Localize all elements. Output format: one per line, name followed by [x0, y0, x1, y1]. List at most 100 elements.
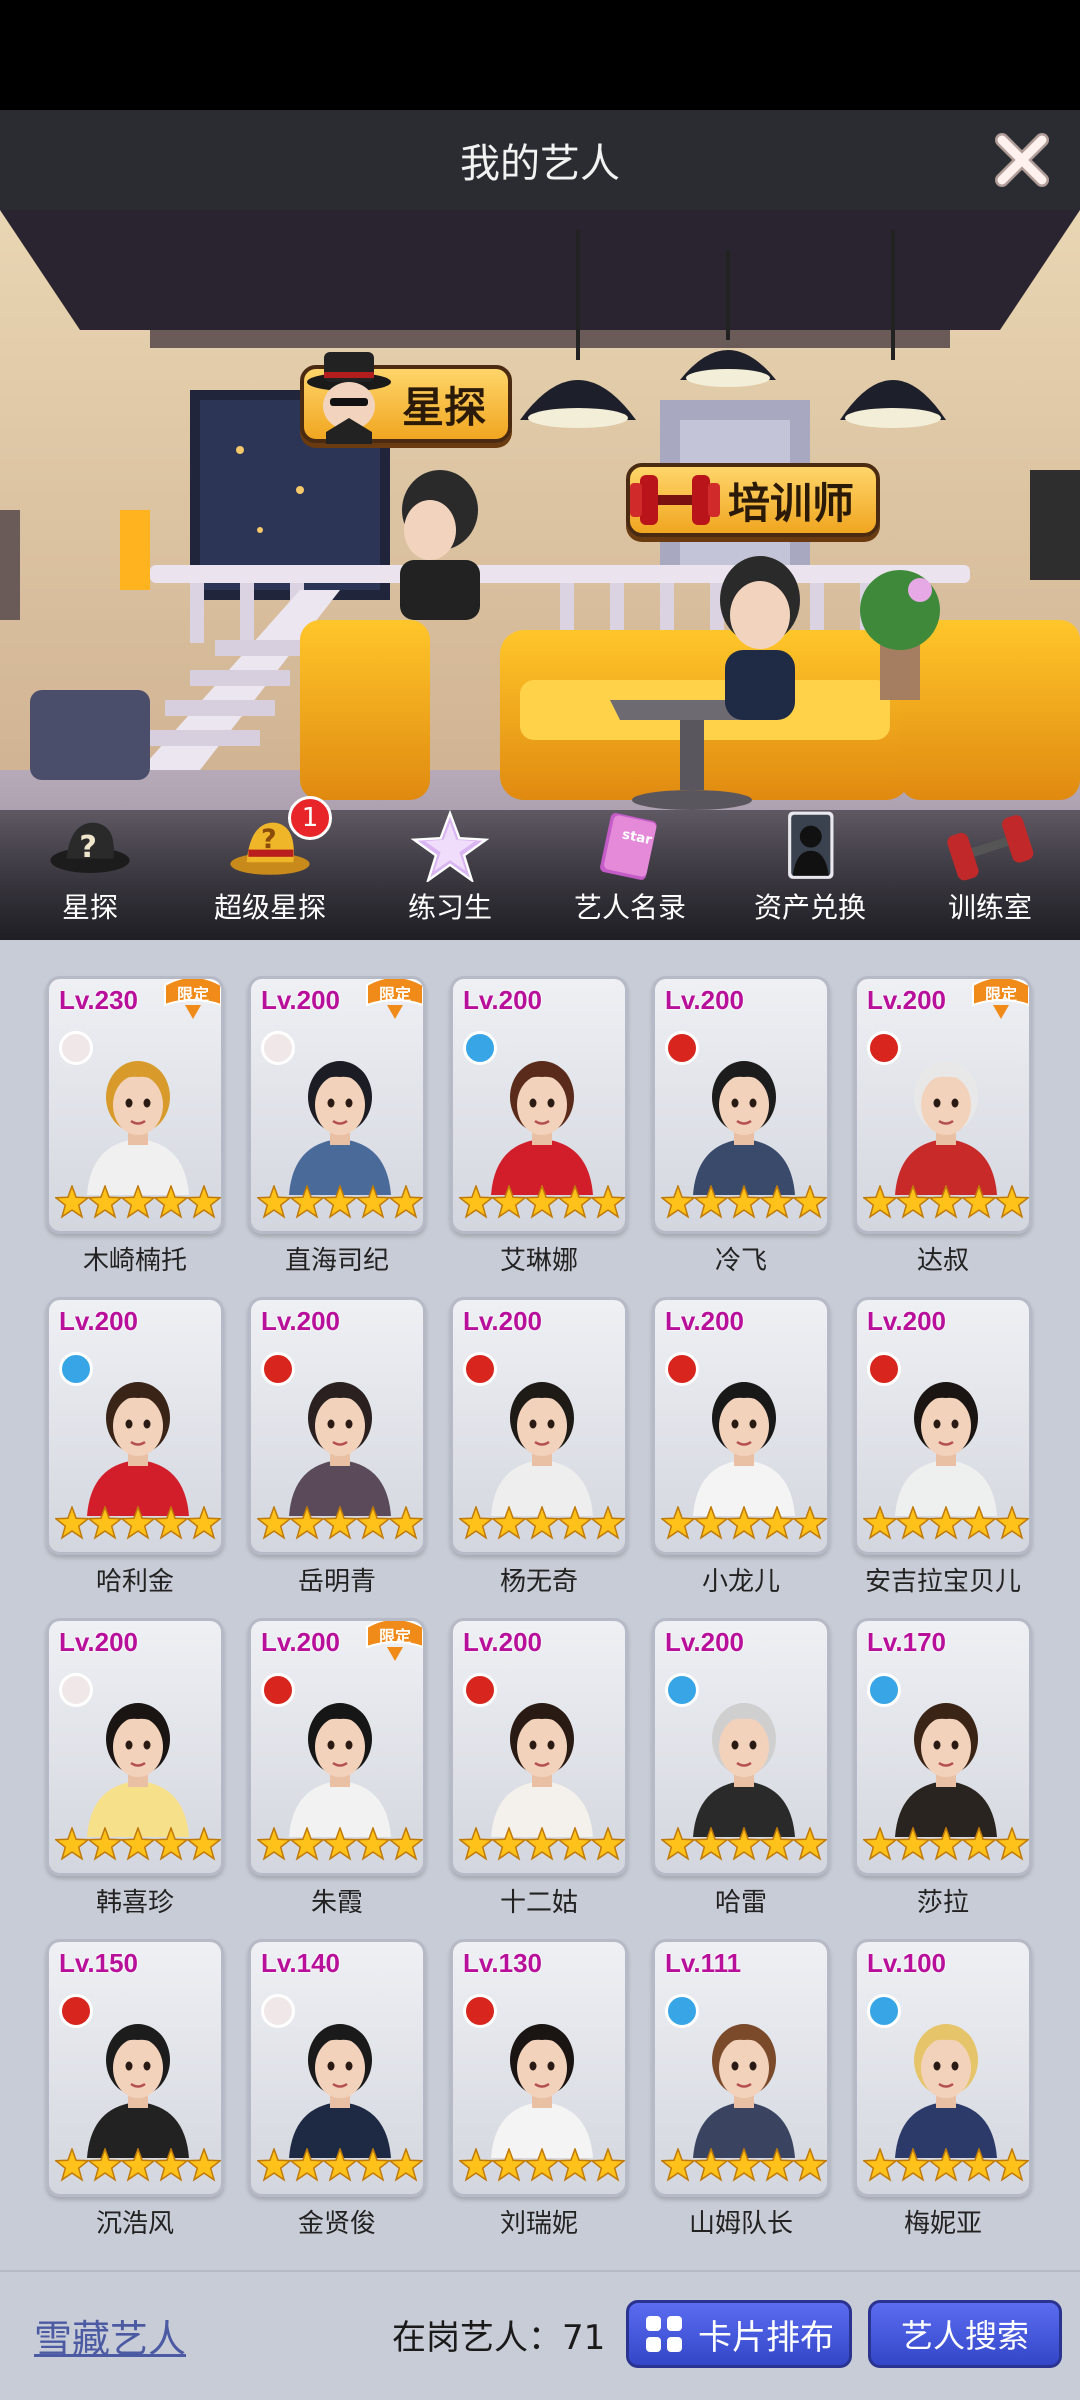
artist-card[interactable]: Lv.200 限定 达叔: [854, 976, 1032, 1277]
star-rating: [257, 1827, 423, 1861]
limited-badge-icon: 限定: [972, 979, 1029, 1019]
element-blue-icon: [867, 1994, 901, 2028]
artist-name: 安吉拉宝贝儿: [864, 1567, 1021, 1597]
artist-card[interactable]: Lv.200 冷飞: [652, 976, 830, 1277]
star-icon: [661, 1827, 697, 1861]
artist-roster-button[interactable]: star 艺人名录: [540, 810, 720, 940]
star-icon: [119, 2148, 157, 2182]
artist-card-frame: Lv.200: [46, 1297, 224, 1555]
star-icon: [661, 1185, 697, 1219]
star-icon: [927, 1506, 965, 1540]
artist-name: 岳明青: [297, 1567, 376, 1597]
svg-text:限定: 限定: [379, 985, 411, 1004]
element-red-icon: [867, 1031, 901, 1065]
artist-card[interactable]: Lv.150 沉浩风: [46, 1939, 224, 2240]
star-rating: [661, 2148, 827, 2182]
element-white-icon: [261, 1031, 295, 1065]
artist-card[interactable]: Lv.200 限定朱霞: [248, 1618, 426, 1919]
artist-level: Lv.200: [463, 1306, 543, 1336]
star-icon: [960, 1185, 998, 1219]
limited-badge-icon: 限定: [366, 1621, 423, 1661]
star-icon: [863, 2148, 899, 2182]
artist-card-frame: Lv.200 限定: [248, 1618, 426, 1876]
star-rating: [459, 2148, 625, 2182]
super-scout-button[interactable]: ? 1 超级星探: [180, 796, 360, 940]
star-icon: [354, 1185, 392, 1219]
star-icon: [523, 2148, 561, 2182]
star-icon: [86, 1506, 124, 1540]
artist-card[interactable]: Lv.100 梅妮亚: [854, 1939, 1032, 2240]
artist-card[interactable]: Lv.200 十二姑: [450, 1618, 628, 1919]
star-icon: [692, 2148, 730, 2182]
artist-card[interactable]: Lv.200 哈利金: [46, 1297, 224, 1598]
star-rating: [257, 2148, 423, 2182]
artist-name: 小龙儿: [701, 1567, 780, 1597]
artist-card[interactable]: Lv.200 限定 直海司纪: [248, 976, 426, 1277]
artist-card[interactable]: Lv.200 艾琳娜: [450, 976, 628, 1277]
star-icon: [410, 810, 490, 882]
artist-search-label: 艺人搜索: [900, 2317, 1029, 2355]
artist-search-button[interactable]: 艺人搜索: [868, 2300, 1062, 2368]
star-icon: [152, 1506, 190, 1540]
element-red-icon: [463, 1994, 497, 2028]
detective-icon: [307, 352, 391, 444]
artist-name: 沉浩风: [95, 2209, 174, 2239]
card-layout-button[interactable]: 卡片排布: [626, 2300, 852, 2368]
scout-sign-button[interactable]: 星探: [300, 352, 513, 444]
star-icon: [993, 2148, 1029, 2182]
artist-card[interactable]: Lv.200 岳明青: [248, 1297, 426, 1598]
element-red-icon: [261, 1673, 295, 1707]
artist-level: Lv.100: [867, 1948, 947, 1978]
star-icon: [288, 1185, 326, 1219]
artist-card[interactable]: Lv.200 哈雷: [652, 1618, 830, 1919]
star-rating: [257, 1185, 423, 1219]
star-icon: [354, 1506, 392, 1540]
office-scene: 星探 培训师 ? 星探 ? 1 超级星探 练习生 star 艺人名录 资产兑换 …: [0, 210, 1080, 940]
artist-card[interactable]: Lv.170 莎拉: [854, 1618, 1032, 1919]
artist-card[interactable]: Lv.200 杨无奇: [450, 1297, 628, 1598]
training-room-button[interactable]: 训练室: [900, 810, 1080, 940]
close-button[interactable]: [986, 124, 1058, 196]
star-icon: [758, 1827, 796, 1861]
artist-card[interactable]: Lv.230 限定 木崎楠托: [46, 976, 224, 1277]
artist-card[interactable]: Lv.140 金贤俊: [248, 1939, 426, 2240]
artist-card[interactable]: Lv.200 小龙儿: [652, 1297, 830, 1598]
star-icon: [725, 1506, 763, 1540]
star-rating: [661, 1506, 827, 1540]
scout-button[interactable]: ? 星探: [0, 810, 180, 940]
star-icon: [589, 1827, 625, 1861]
star-icon: [459, 1185, 495, 1219]
artist-card[interactable]: Lv.200 安吉拉宝贝儿: [854, 1297, 1032, 1598]
artist-card-frame: Lv.200: [652, 976, 830, 1234]
element-blue-icon: [59, 1352, 93, 1386]
artist-portrait: [87, 1061, 189, 1195]
artist-portrait: [693, 2024, 795, 2158]
star-icon: [791, 2148, 827, 2182]
artist-card-frame: Lv.200 限定: [854, 976, 1032, 1234]
star-icon: [354, 2148, 392, 2182]
hidden-artists-link[interactable]: 雪藏艺人: [34, 2308, 186, 2363]
artist-card-frame: Lv.200: [652, 1618, 830, 1876]
artist-card[interactable]: Lv.200 韩喜珍: [46, 1618, 224, 1919]
star-icon: [55, 2148, 91, 2182]
artist-portrait: [491, 1703, 593, 1837]
star-icon: [459, 2148, 495, 2182]
star-icon: [863, 1827, 899, 1861]
artist-level: Lv.200: [59, 1306, 139, 1336]
artist-card-frame: Lv.200: [46, 1618, 224, 1876]
artist-name: 朱霞: [310, 1888, 363, 1918]
asset-exchange-button[interactable]: 资产兑换: [720, 810, 900, 940]
svg-text:?: ?: [261, 824, 277, 855]
artist-card-frame: Lv.150: [46, 1939, 224, 2197]
artist-level: Lv.150: [59, 1948, 139, 1978]
star-icon: [661, 1506, 697, 1540]
artist-portrait: [87, 1382, 189, 1516]
trainer-sign-button[interactable]: 培训师: [626, 463, 881, 537]
star-icon: [152, 2148, 190, 2182]
star-rating: [459, 1506, 625, 1540]
artist-grid: Lv.230 限定 木崎楠托 Lv.200 限定 直海司纪 Lv.200 艾琳娜 Lv.200 冷…: [0, 940, 1080, 2270]
artist-card[interactable]: Lv.130 刘瑞妮: [450, 1939, 628, 2240]
element-blue-icon: [665, 1673, 699, 1707]
artist-card[interactable]: Lv.111 山姆队长: [652, 1939, 830, 2240]
trainee-button[interactable]: 练习生: [360, 810, 540, 940]
